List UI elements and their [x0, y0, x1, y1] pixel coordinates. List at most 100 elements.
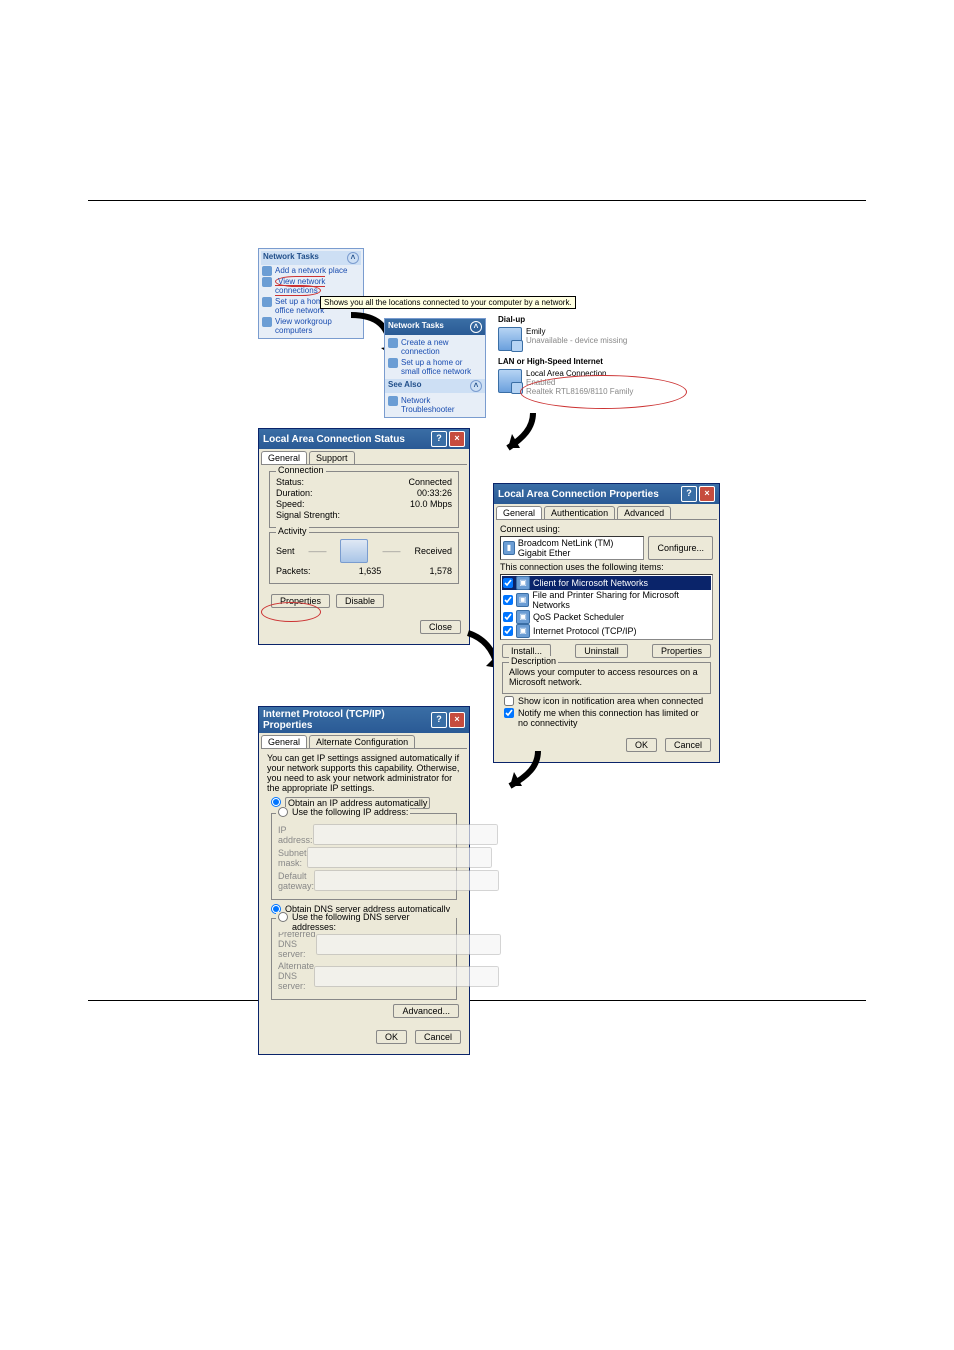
close-icon[interactable]: ×	[449, 712, 465, 728]
tooltip-text: Shows you all the locations connected to…	[324, 298, 572, 307]
uninstall-button[interactable]: Uninstall	[575, 644, 628, 658]
close-icon[interactable]: ×	[449, 431, 465, 447]
radio-input[interactable]	[278, 912, 288, 922]
disable-button[interactable]: Disable	[336, 594, 384, 608]
properties-dialog-title: Local Area Connection Properties	[498, 489, 659, 500]
item-checkbox[interactable]	[503, 578, 513, 588]
description-group: Description Allows your computer to acce…	[502, 662, 711, 694]
sidebar-item-add-place[interactable]: Add a network place	[261, 265, 361, 276]
dialup-icon	[498, 327, 522, 351]
see-also-item-troubleshooter[interactable]: Network Troubleshooter	[387, 395, 483, 415]
help-icon[interactable]: ?	[431, 431, 447, 447]
properties-dialog: Local Area Connection Properties ?× Gene…	[493, 483, 720, 763]
dialup-section-header: Dial-up	[498, 313, 698, 326]
notify-checkbox[interactable]: Notify me when this connection has limit…	[504, 708, 709, 728]
activity-icon	[340, 539, 368, 563]
activity-group: Activity Sent —— —— Received Packets:1,6…	[269, 532, 459, 584]
properties-button[interactable]: Properties	[271, 594, 330, 608]
help-icon[interactable]: ?	[431, 712, 447, 728]
item-checkbox[interactable]	[503, 595, 513, 605]
cancel-button[interactable]: Cancel	[665, 738, 711, 752]
lan-section-header: LAN or High-Speed Internet	[498, 355, 698, 368]
sidebar2-item-create-connection[interactable]: Create a new connection	[387, 337, 483, 357]
speed-value: 10.0 Mbps	[410, 499, 452, 509]
sidebar-item-label: Network Troubleshooter	[401, 396, 455, 414]
dialup-name: Emily	[526, 327, 627, 336]
item-label: Client for Microsoft Networks	[533, 578, 648, 588]
radio-input[interactable]	[278, 807, 288, 817]
ok-button[interactable]: OK	[626, 738, 657, 752]
packets-recv: 1,578	[429, 566, 452, 576]
section-label: Dial-up	[498, 315, 525, 324]
sent-label: Sent	[276, 546, 295, 556]
item-qos-scheduler[interactable]: ▣QoS Packet Scheduler	[502, 610, 711, 624]
item-file-printer-sharing[interactable]: ▣File and Printer Sharing for Microsoft …	[502, 590, 711, 610]
items-listbox[interactable]: ▣Client for Microsoft Networks ▣File and…	[500, 574, 713, 640]
tab-authentication[interactable]: Authentication	[544, 506, 615, 519]
item-label: File and Printer Sharing for Microsoft N…	[532, 590, 710, 610]
sidebar-item-label: Create a new connection	[401, 338, 449, 356]
close-button[interactable]: Close	[420, 620, 461, 634]
btn-label: Properties	[280, 596, 321, 606]
signal-label: Signal Strength:	[276, 510, 340, 520]
btn-label: Cancel	[424, 1032, 452, 1042]
item-client-ms-networks[interactable]: ▣Client for Microsoft Networks	[502, 576, 711, 590]
show-icon-checkbox[interactable]: Show icon in notification area when conn…	[504, 696, 709, 706]
adapter-field: ▮ Broadcom NetLink (TM) Gigabit Ether	[500, 536, 644, 560]
lan-status: Enabled	[526, 378, 633, 387]
ok-button[interactable]: OK	[376, 1030, 407, 1044]
radio-input[interactable]	[271, 797, 281, 807]
lan-icon	[498, 369, 522, 393]
sidebar-item-label: Add a network place	[275, 266, 348, 275]
cancel-button[interactable]: Cancel	[415, 1030, 461, 1044]
sidebar2-header-label: Network Tasks	[388, 321, 444, 333]
checkbox-input[interactable]	[504, 708, 514, 718]
tab-general[interactable]: General	[496, 506, 542, 519]
subnet-input	[307, 847, 492, 868]
lan-name: Local Area Connection	[526, 369, 633, 378]
checkbox-label: Show icon in notification area when conn…	[518, 696, 703, 706]
gateway-input	[314, 870, 499, 891]
properties-dialog-titlebar: Local Area Connection Properties ?×	[494, 484, 719, 504]
status-dialog-titlebar: Local Area Connection Status ?×	[259, 429, 469, 449]
tcpip-tabs: General Alternate Configuration	[261, 735, 467, 749]
item-icon: ▣	[516, 610, 530, 624]
adapter-name: Broadcom NetLink (TM) Gigabit Ether	[518, 538, 642, 558]
help-icon[interactable]: ?	[681, 486, 697, 502]
collapse-icon[interactable]: ˄	[347, 252, 359, 264]
tab-label: Advanced	[624, 508, 664, 518]
configure-button[interactable]: Configure...	[648, 536, 713, 560]
use-dns-group: Use the following DNS server addresses: …	[271, 918, 457, 1000]
item-icon: ▣	[516, 624, 530, 638]
lan-device: Realtek RTL8169/8110 Family	[526, 387, 633, 396]
item-tcpip[interactable]: ▣Internet Protocol (TCP/IP)	[502, 624, 711, 638]
tab-support[interactable]: Support	[309, 451, 355, 464]
sidebar2-item-setup-network[interactable]: Set up a home or small office network	[387, 357, 483, 377]
tab-label: General	[503, 508, 535, 518]
collapse-icon[interactable]: ˄	[470, 380, 482, 392]
close-icon[interactable]: ×	[699, 486, 715, 502]
dialup-connection-item[interactable]: Emily Unavailable - device missing	[498, 326, 698, 355]
tab-alt-config[interactable]: Alternate Configuration	[309, 735, 415, 748]
radio-use-dns[interactable]: Use the following DNS server addresses:	[278, 912, 454, 932]
duration-value: 00:33:26	[417, 488, 452, 498]
item-icon: ▣	[516, 593, 529, 607]
btn-label: Install...	[511, 646, 542, 656]
item-properties-button[interactable]: Properties	[652, 644, 711, 658]
see-also-header-label: See Also	[388, 380, 422, 392]
tab-general[interactable]: General	[261, 451, 307, 464]
checkbox-input[interactable]	[504, 696, 514, 706]
advanced-button[interactable]: Advanced...	[393, 1004, 459, 1018]
tab-advanced[interactable]: Advanced	[617, 506, 671, 519]
sidebar-item-view-connections[interactable]: View network connections	[261, 276, 361, 296]
packets-label: Packets:	[276, 566, 311, 576]
tab-label: General	[268, 453, 300, 463]
dns2-input	[314, 966, 499, 987]
lan-connection-item[interactable]: Local Area Connection Enabled Realtek RT…	[498, 368, 698, 400]
item-checkbox[interactable]	[503, 626, 513, 636]
item-label: QoS Packet Scheduler	[533, 612, 624, 622]
collapse-icon[interactable]: ˄	[470, 321, 482, 333]
item-checkbox[interactable]	[503, 612, 513, 622]
radio-use-ip[interactable]: Use the following IP address:	[278, 807, 408, 817]
tab-general[interactable]: General	[261, 735, 307, 748]
